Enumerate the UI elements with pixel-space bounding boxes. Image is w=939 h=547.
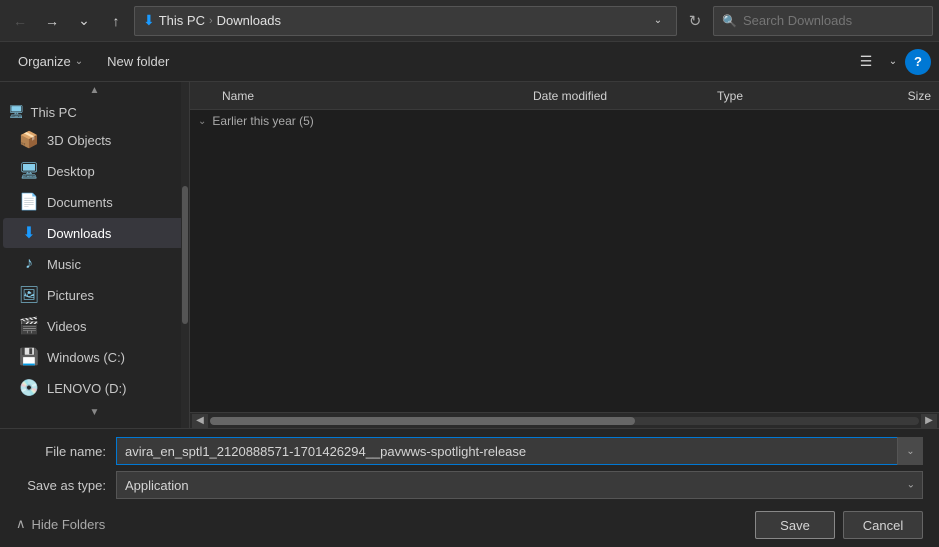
h-scroll-thumb xyxy=(210,417,635,425)
sidebar-label-downloads: Downloads xyxy=(47,226,111,241)
pictures-icon: 🖼 xyxy=(19,285,39,305)
desktop-icon: 🖥 xyxy=(19,161,39,181)
windows-c-icon: 💾 xyxy=(19,347,39,367)
sidebar-item-windows-c[interactable]: 💾 Windows (C:) xyxy=(3,342,186,372)
file-area: Name Date modified Type Size ⌄ Earlier t… xyxy=(190,82,939,428)
save-as-type-row: Save as type: Application ⌄ xyxy=(16,471,923,499)
group-label-earlier-this-year: Earlier this year (5) xyxy=(212,114,313,128)
sidebar-scroll-up[interactable]: ▲ xyxy=(0,82,189,98)
h-scroll-right-button[interactable]: ▶ xyxy=(921,414,937,428)
sidebar-item-documents[interactable]: 📄 Documents xyxy=(3,187,186,217)
search-icon: 🔍 xyxy=(722,14,737,28)
view-icon: ☰ xyxy=(860,53,873,70)
sidebar-item-lenovo-d[interactable]: 💿 LENOVO (D:) xyxy=(3,373,186,403)
sidebar-label-desktop: Desktop xyxy=(47,164,95,179)
save-button[interactable]: Save xyxy=(755,511,835,539)
file-name-input[interactable] xyxy=(116,437,923,465)
organize-chevron: ⌄ xyxy=(75,56,83,67)
path-icon: ⬇ xyxy=(143,12,155,29)
save-as-type-wrapper: Application ⌄ xyxy=(116,471,923,499)
sidebar: ▲ 🖥 This PC 📦 3D Objects 🖥 Desktop 📄 Doc… xyxy=(0,82,190,428)
col-type-header[interactable]: Type xyxy=(717,89,847,103)
downloads-icon: ⬇ xyxy=(19,223,39,243)
sidebar-thispc-header[interactable]: 🖥 This PC xyxy=(0,98,189,124)
column-header: Name Date modified Type Size xyxy=(190,82,939,110)
sidebar-item-videos[interactable]: 🎬 Videos xyxy=(3,311,186,341)
sidebar-item-pictures[interactable]: 🖼 Pictures xyxy=(3,280,186,310)
col-name-header[interactable]: Name xyxy=(198,89,529,103)
hide-folders-row[interactable]: ∧ Hide Folders xyxy=(16,512,105,532)
sidebar-label-pictures: Pictures xyxy=(47,288,94,303)
sidebar-scroll-down[interactable]: ▼ xyxy=(0,404,189,420)
sidebar-label-documents: Documents xyxy=(47,195,113,210)
hide-folders-label: Hide Folders xyxy=(32,517,106,532)
action-buttons: Save Cancel xyxy=(755,511,923,539)
sidebar-label-videos: Videos xyxy=(47,319,87,334)
sidebar-item-music[interactable]: ♪ Music xyxy=(3,249,186,279)
breadcrumb-sep-1: › xyxy=(209,15,213,27)
music-icon: ♪ xyxy=(19,254,39,274)
new-folder-button[interactable]: New folder xyxy=(97,50,179,73)
main-content: ▲ 🖥 This PC 📦 3D Objects 🖥 Desktop 📄 Doc… xyxy=(0,82,939,428)
sidebar-scrollbar-thumb xyxy=(182,186,188,324)
address-dropdown-button[interactable]: ⌄ xyxy=(648,11,668,31)
new-folder-label: New folder xyxy=(107,54,169,69)
3d-objects-icon: 📦 xyxy=(19,130,39,150)
view-dropdown-button[interactable]: ⌄ xyxy=(885,48,901,76)
horizontal-scrollbar: ◀ ▶ xyxy=(190,412,939,428)
videos-icon: 🎬 xyxy=(19,316,39,336)
h-scroll-left-button[interactable]: ◀ xyxy=(192,414,208,428)
cancel-button[interactable]: Cancel xyxy=(843,511,923,539)
sidebar-label-3d-objects: 3D Objects xyxy=(47,133,111,148)
save-as-type-label: Save as type: xyxy=(16,478,116,493)
file-name-dropdown-button[interactable]: ⌄ xyxy=(897,437,923,465)
file-list: ⌄ Earlier this year (5) xyxy=(190,110,939,412)
help-button[interactable]: ? xyxy=(905,49,931,75)
file-name-row: File name: ⌄ xyxy=(16,437,923,465)
col-size-header[interactable]: Size xyxy=(851,89,931,103)
file-name-label: File name: xyxy=(16,444,116,459)
view-button[interactable]: ☰ xyxy=(851,48,881,76)
sidebar-item-desktop[interactable]: 🖥 Desktop xyxy=(3,156,186,186)
sidebar-label-windows-c: Windows (C:) xyxy=(47,350,125,365)
sidebar-label-music: Music xyxy=(47,257,81,272)
thispc-icon: 🖥 xyxy=(8,104,25,120)
thispc-label: This PC xyxy=(31,105,77,120)
breadcrumb-downloads[interactable]: Downloads xyxy=(217,13,281,28)
toolbar: Organize ⌄ New folder ☰ ⌄ ? xyxy=(0,42,939,82)
up-button[interactable]: ↑ xyxy=(102,7,130,35)
file-name-input-wrapper: ⌄ xyxy=(116,437,923,465)
search-box: 🔍 xyxy=(713,6,933,36)
search-input[interactable] xyxy=(743,13,924,28)
bottom-area: File name: ⌄ Save as type: Application ⌄… xyxy=(0,428,939,547)
breadcrumb: This PC › Downloads xyxy=(159,13,644,28)
sidebar-item-3d-objects[interactable]: 📦 3D Objects xyxy=(3,125,186,155)
group-header-earlier-this-year[interactable]: ⌄ Earlier this year (5) xyxy=(190,110,939,132)
sidebar-label-lenovo-d: LENOVO (D:) xyxy=(47,381,126,396)
address-bar[interactable]: ⬇ This PC › Downloads ⌄ xyxy=(134,6,677,36)
save-as-type-select[interactable]: Application xyxy=(116,471,923,499)
group-chevron-icon: ⌄ xyxy=(198,116,206,127)
organize-label: Organize xyxy=(18,54,71,69)
h-scroll-track[interactable] xyxy=(210,417,919,425)
forward-button[interactable]: → xyxy=(38,7,66,35)
col-date-header[interactable]: Date modified xyxy=(533,89,713,103)
refresh-button[interactable]: ↻ xyxy=(681,7,709,35)
lenovo-d-icon: 💿 xyxy=(19,378,39,398)
breadcrumb-thispc[interactable]: This PC xyxy=(159,13,205,28)
title-bar: ← → ⌄ ↑ ⬇ This PC › Downloads ⌄ ↻ 🔍 xyxy=(0,0,939,42)
back-button[interactable]: ← xyxy=(6,7,34,35)
hide-folders-icon: ∧ xyxy=(16,516,26,532)
organize-button[interactable]: Organize ⌄ xyxy=(8,50,93,73)
sidebar-item-downloads[interactable]: ⬇ Downloads xyxy=(3,218,186,248)
recent-locations-button[interactable]: ⌄ xyxy=(70,7,98,35)
documents-icon: 📄 xyxy=(19,192,39,212)
